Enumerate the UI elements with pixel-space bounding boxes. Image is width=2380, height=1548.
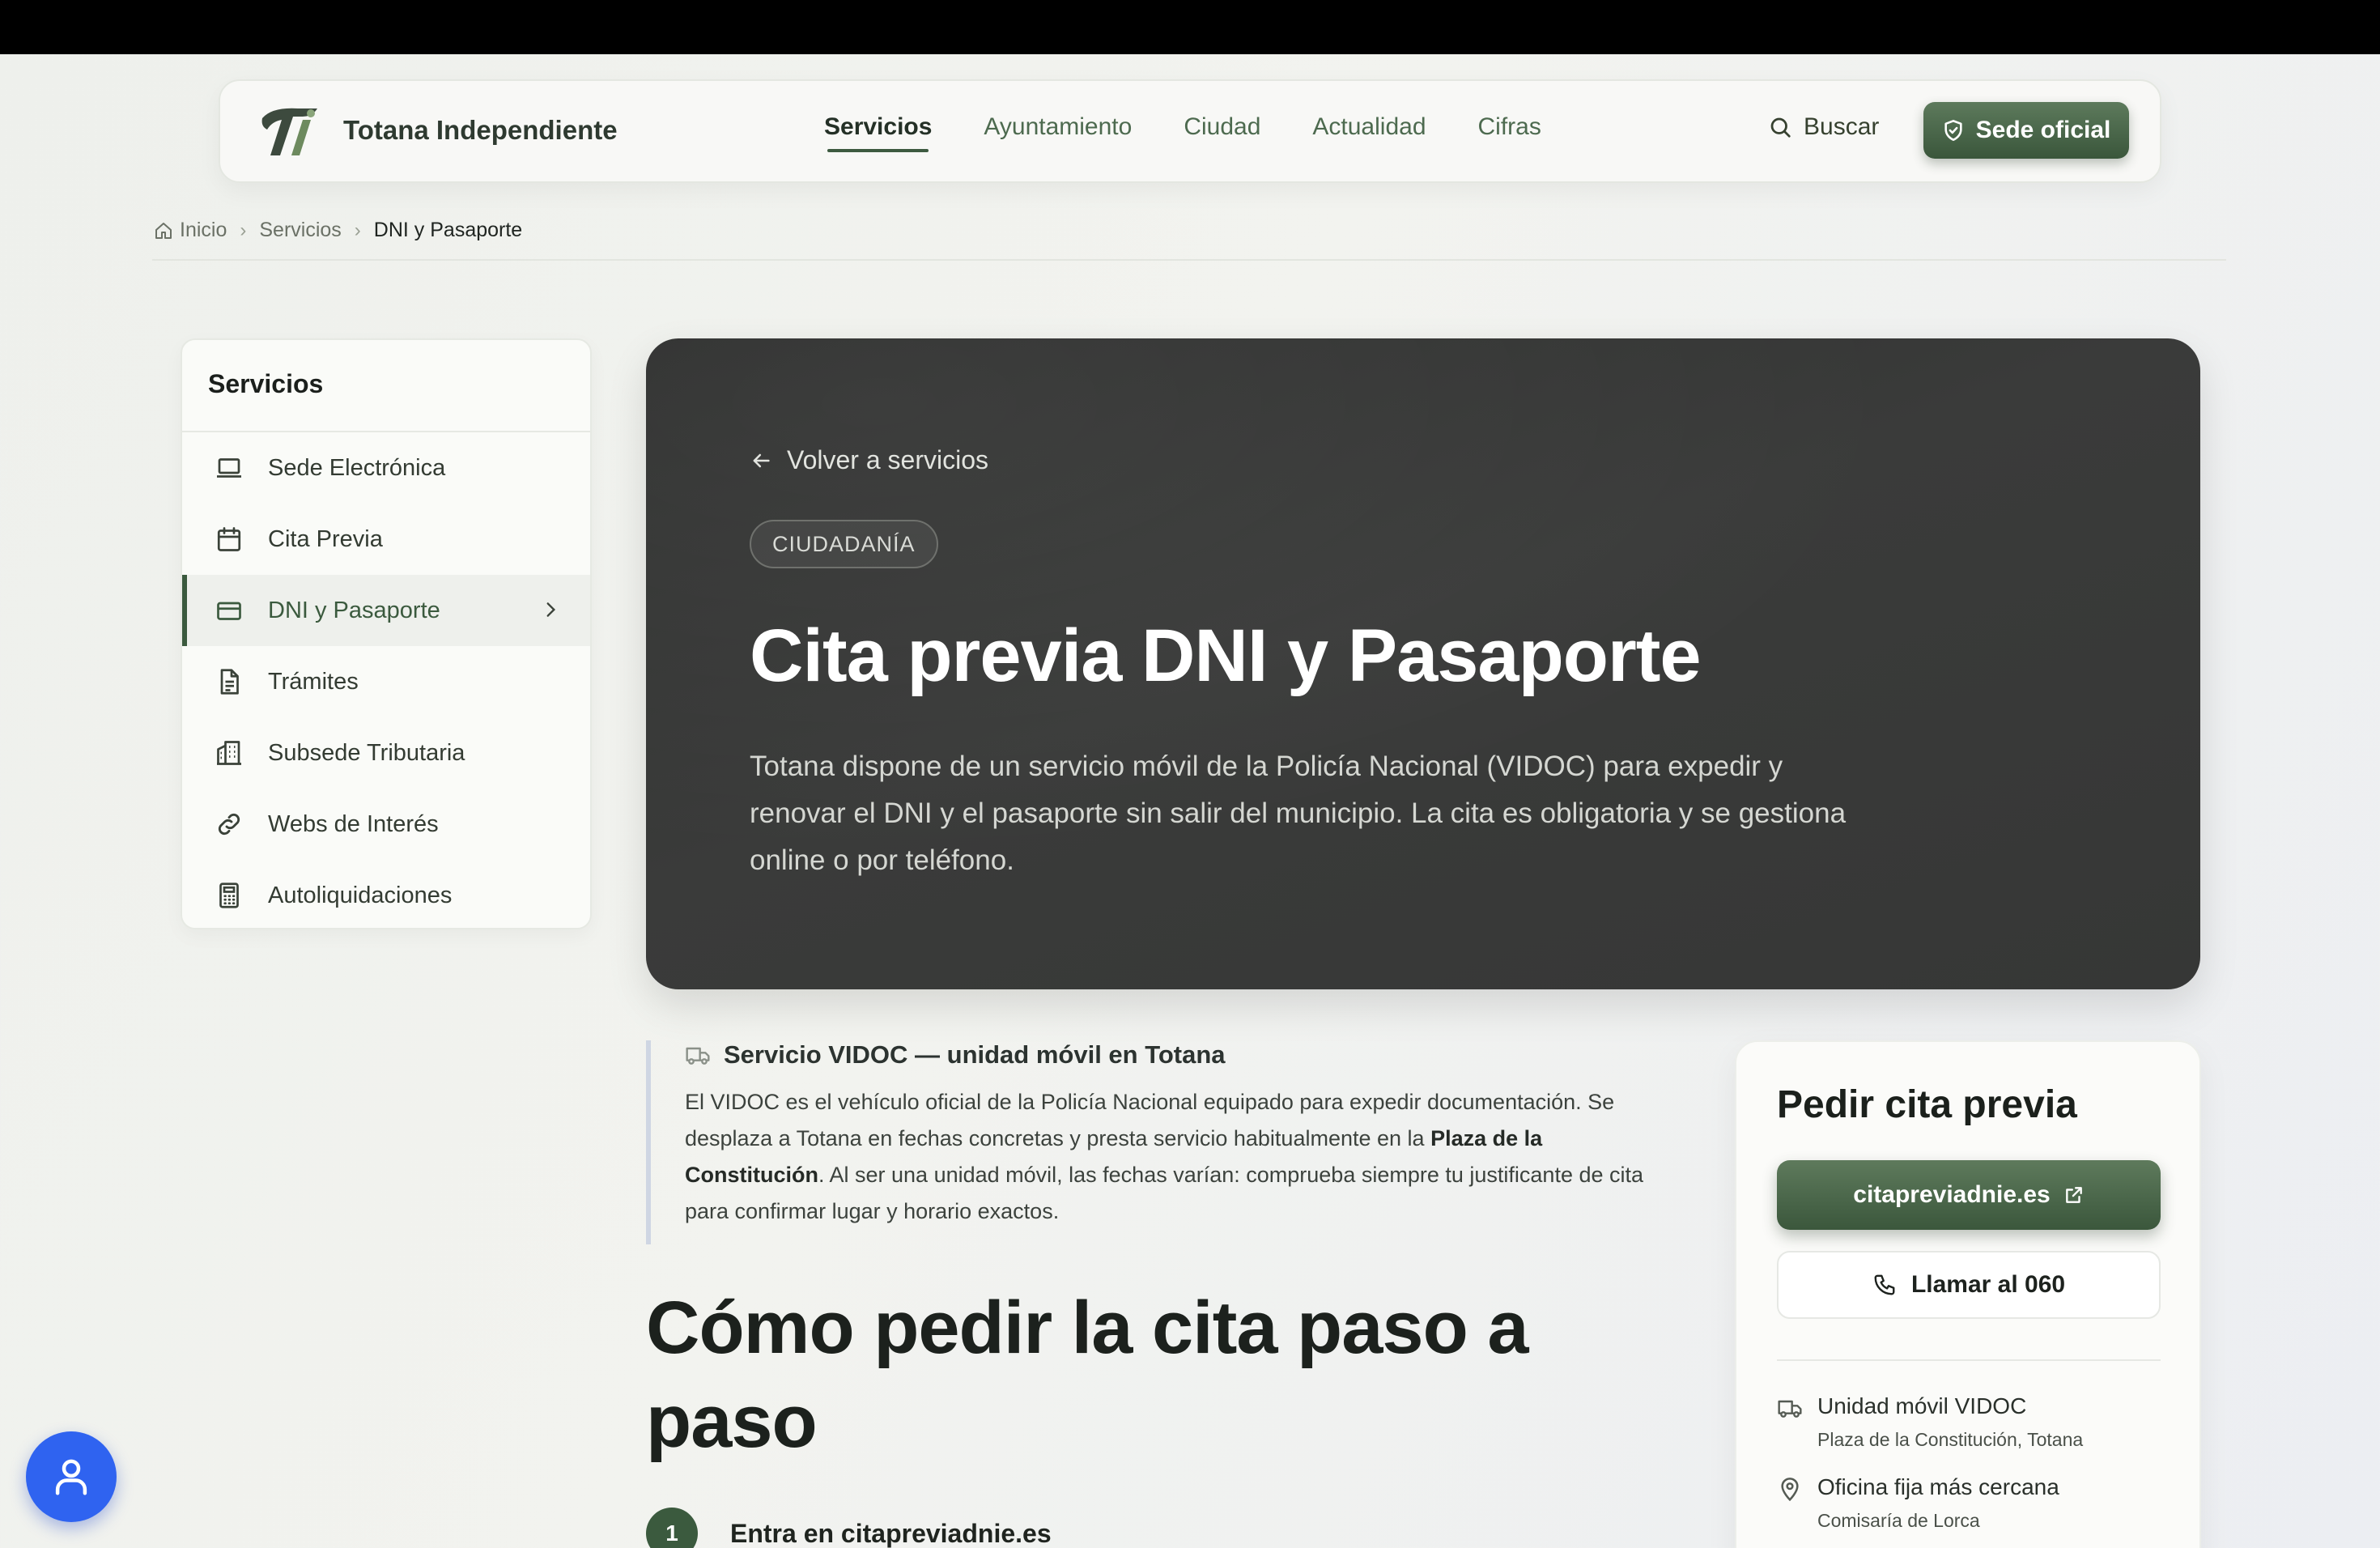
call-060-button[interactable]: Llamar al 060 [1777, 1251, 2161, 1319]
breadcrumb: Inicio › Servicios › DNI y Pasaporte [154, 219, 522, 242]
note-header: Servicio VIDOC — unidad móvil en Totana [685, 1040, 1650, 1070]
sidebar-item-label: Sede Electrónica [268, 454, 446, 481]
sidebar-item-label: Webs de Interés [268, 810, 439, 837]
category-tag: CIUDADANÍA [750, 520, 938, 568]
step-label: Entra en citapreviadnie.es [730, 1518, 1052, 1548]
calendar-icon [217, 527, 241, 551]
home-icon[interactable] [154, 221, 173, 240]
nav-cifras[interactable]: Cifras [1478, 113, 1541, 152]
appointment-card: Pedir cita previa citapreviadnie.es Llam… [1735, 1040, 2201, 1548]
hero-description: Totana dispone de un servicio móvil de l… [750, 751, 1847, 876]
back-label: Volver a servicios [787, 445, 988, 474]
sede-label: Sede oficial [1975, 117, 2111, 143]
map-pin-icon [1781, 1478, 1799, 1502]
arrow-left-icon [753, 453, 770, 467]
location-oficina: Oficina fija más cercana Comisaría de Lo… [1777, 1474, 2059, 1532]
document-icon [220, 669, 239, 695]
truck-icon [686, 1047, 710, 1065]
note-body: El VIDOC es el vehículo oficial de la Po… [685, 1084, 1650, 1230]
citapreviadnie-button[interactable]: citapreviadnie.es [1777, 1160, 2161, 1230]
logo-icon[interactable] [256, 102, 321, 160]
appointment-card-title: Pedir cita previa [1777, 1083, 2077, 1126]
search-icon [1770, 117, 1791, 138]
breadcrumb-home[interactable]: Inicio [180, 219, 227, 242]
search-label: Buscar [1804, 113, 1880, 140]
sidebar-item-dni-pasaporte[interactable]: DNI y Pasaporte [182, 575, 590, 646]
nav-servicios[interactable]: Servicios [824, 113, 932, 152]
user-icon [55, 1459, 87, 1495]
laptop-icon [217, 458, 241, 478]
sede-oficial-button[interactable]: Sede oficial [1923, 102, 2129, 159]
note-title: Servicio VIDOC — unidad móvil en Totana [724, 1040, 1226, 1069]
accessibility-button[interactable] [26, 1431, 117, 1522]
step-number: 1 [646, 1508, 698, 1548]
vidoc-info-note: Servicio VIDOC — unidad móvil en Totana … [646, 1040, 1650, 1244]
search-button[interactable]: Buscar [1768, 113, 1879, 141]
sidebar-item-label: Cita Previa [268, 525, 383, 552]
main-nav: Servicios Ayuntamiento Ciudad Actualidad… [824, 113, 1593, 152]
phone-icon [1874, 1274, 1895, 1295]
sidebar-title: Servicios [182, 340, 590, 432]
breadcrumb-separator-icon: › [354, 219, 361, 241]
location-name: Oficina fija más cercana [1817, 1474, 2059, 1499]
nav-ciudad[interactable]: Ciudad [1184, 113, 1260, 152]
breadcrumb-servicios[interactable]: Servicios [259, 219, 341, 242]
sidebar-item-sede-electronica[interactable]: Sede Electrónica [182, 432, 590, 504]
call-label: Llamar al 060 [1910, 1271, 2066, 1298]
building-icon [217, 741, 241, 765]
step-item: 1 Entra en citapreviadnie.es [646, 1508, 1052, 1548]
sidebar-item-label: Trámites [268, 668, 359, 695]
sidebar-item-autoliquidaciones[interactable]: Autoliquidaciones [182, 860, 590, 928]
shield-check-icon [1944, 120, 1962, 141]
location-vidoc: Unidad móvil VIDOC Plaza de la Constituc… [1777, 1393, 2083, 1451]
back-to-services-link[interactable]: Volver a servicios [750, 445, 988, 475]
location-name: Unidad móvil VIDOC [1817, 1393, 2027, 1418]
link-icon [218, 813, 240, 836]
calculator-icon [219, 882, 239, 908]
sidebar-item-webs-interes[interactable]: Webs de Interés [182, 789, 590, 860]
chevron-right-icon [546, 602, 556, 617]
hero-banner: Volver a servicios CIUDADANÍA Cita previ… [646, 338, 2200, 989]
citapreviadnie-label: citapreviadnie.es [1853, 1181, 2051, 1208]
top-black-bar [0, 0, 2380, 54]
location-detail: Plaza de la Constitución, Totana [1817, 1429, 2084, 1450]
breadcrumb-separator-icon: › [240, 219, 247, 241]
sidebar-item-subsede-tributaria[interactable]: Subsede Tributaria [182, 717, 590, 789]
sidebar-item-tramites[interactable]: Trámites [182, 646, 590, 717]
services-sidebar: Servicios Sede Electrónica Cita Previa D… [181, 338, 592, 929]
nav-actualidad[interactable]: Actualidad [1312, 113, 1426, 152]
sidebar-item-label: DNI y Pasaporte [268, 597, 440, 623]
card-divider [1777, 1359, 2161, 1361]
note-body-text-end: . Al ser una unidad móvil, las fechas va… [685, 1163, 1644, 1223]
truck-icon [1778, 1400, 1802, 1418]
sidebar-item-label: Autoliquidaciones [268, 882, 453, 908]
site-header: Totana Independiente Servicios Ayuntamie… [219, 79, 2161, 183]
page-title: Cita previa DNI y Pasaporte [750, 615, 1702, 697]
sidebar-item-cita-previa[interactable]: Cita Previa [182, 504, 590, 575]
nav-ayuntamiento[interactable]: Ayuntamiento [984, 113, 1132, 152]
breadcrumb-current: DNI y Pasaporte [373, 219, 523, 241]
location-detail: Comisaría de Lorca [1817, 1510, 1980, 1531]
brand-name[interactable]: Totana Independiente [343, 115, 618, 146]
external-link-icon [2065, 1187, 2082, 1203]
sidebar-item-label: Subsede Tributaria [268, 739, 465, 766]
breadcrumb-divider [152, 259, 2226, 261]
id-card-icon [217, 602, 241, 620]
steps-heading: Cómo pedir la cita paso a paso [646, 1286, 1529, 1463]
